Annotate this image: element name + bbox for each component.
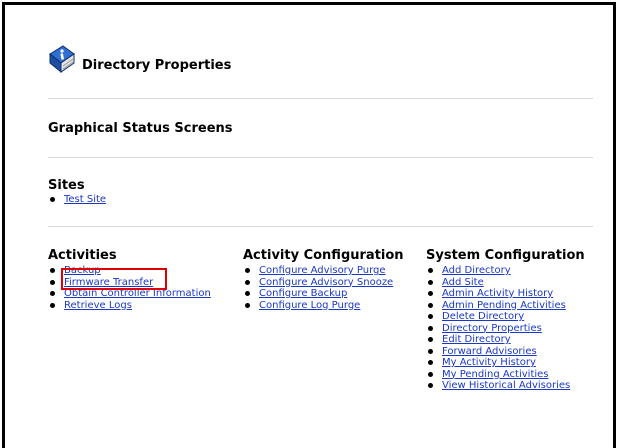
sites-list: Test Site — [48, 194, 106, 206]
activity-configuration-list: Configure Advisory Purge Configure Advis… — [243, 265, 404, 311]
list-item: Add Site — [426, 277, 585, 289]
activities-heading: Activities — [48, 248, 117, 263]
link-add-site[interactable]: Add Site — [442, 277, 484, 289]
list-item: Admin Pending Activities — [426, 300, 585, 312]
link-forward-advisories[interactable]: Forward Advisories — [442, 346, 537, 358]
title-row: Directory Properties — [48, 44, 231, 74]
link-configure-advisory-snooze[interactable]: Configure Advisory Snooze — [259, 277, 393, 289]
divider — [48, 98, 593, 99]
list-item: Admin Activity History — [426, 288, 585, 300]
graphical-status-heading: Graphical Status Screens — [48, 121, 233, 136]
link-configure-backup[interactable]: Configure Backup — [259, 288, 347, 300]
list-item: Forward Advisories — [426, 346, 585, 358]
list-item: Edit Directory — [426, 334, 585, 346]
link-my-pending-activities[interactable]: My Pending Activities — [442, 369, 549, 381]
list-item: View Historical Advisories — [426, 380, 585, 392]
system-configuration-column: System Configuration Add Directory Add S… — [426, 248, 585, 392]
list-item: Configure Advisory Purge — [243, 265, 404, 277]
list-item: Add Directory — [426, 265, 585, 277]
link-configure-log-purge[interactable]: Configure Log Purge — [259, 300, 360, 312]
list-item: Test Site — [48, 194, 106, 206]
list-item: My Pending Activities — [426, 369, 585, 381]
link-configure-advisory-purge[interactable]: Configure Advisory Purge — [259, 265, 386, 277]
link-admin-activity-history[interactable]: Admin Activity History — [442, 288, 553, 300]
activity-configuration-heading: Activity Configuration — [243, 248, 404, 263]
list-item: Directory Properties — [426, 323, 585, 335]
directory-book-icon — [48, 44, 76, 74]
link-admin-pending-activities[interactable]: Admin Pending Activities — [442, 300, 566, 312]
system-configuration-list: Add Directory Add Site Admin Activity Hi… — [426, 265, 585, 392]
link-add-directory[interactable]: Add Directory — [442, 265, 511, 277]
list-item: Delete Directory — [426, 311, 585, 323]
link-view-historical-advisories[interactable]: View Historical Advisories — [442, 380, 570, 392]
list-item: Configure Log Purge — [243, 300, 404, 312]
list-item: My Activity History — [426, 357, 585, 369]
highlight-box — [61, 268, 167, 290]
link-my-activity-history[interactable]: My Activity History — [442, 357, 536, 369]
page-title: Directory Properties — [82, 58, 232, 73]
link-retrieve-logs[interactable]: Retrieve Logs — [64, 300, 132, 312]
system-configuration-heading: System Configuration — [426, 248, 585, 263]
list-item: Configure Advisory Snooze — [243, 277, 404, 289]
divider — [48, 226, 593, 227]
link-delete-directory[interactable]: Delete Directory — [442, 311, 524, 323]
link-directory-properties[interactable]: Directory Properties — [442, 323, 542, 335]
sites-heading: Sites — [48, 178, 85, 193]
link-edit-directory[interactable]: Edit Directory — [442, 334, 511, 346]
list-item: Configure Backup — [243, 288, 404, 300]
list-item: Retrieve Logs — [48, 300, 211, 312]
activity-configuration-column: Activity Configuration Configure Advisor… — [243, 248, 404, 311]
link-test-site[interactable]: Test Site — [64, 194, 106, 206]
divider — [48, 157, 593, 158]
